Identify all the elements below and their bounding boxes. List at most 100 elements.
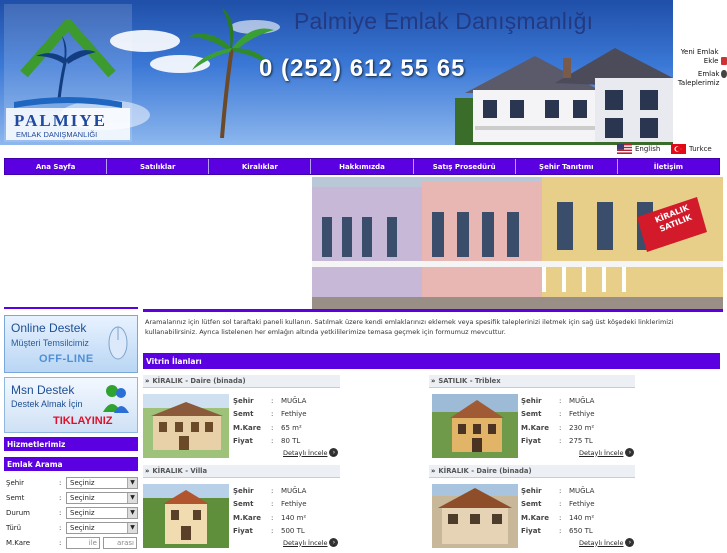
nav-for-sale[interactable]: Satılıklar [107, 159, 209, 174]
double-chevron-icon: » [145, 377, 149, 385]
info-label: Semt [521, 410, 559, 418]
online-support-title: Online Destek [11, 321, 86, 335]
listing-info: Şehir:MUĞLA Semt:Fethiye M.Kare:65 m² Fi… [233, 394, 307, 448]
lang-english[interactable]: English [617, 144, 660, 154]
select-value: Seçiniz [70, 524, 95, 532]
nav-city-guide[interactable]: Şehir Tanıtımı [516, 159, 618, 174]
info-label: Şehir [233, 397, 271, 405]
arrow-right-icon: › [329, 448, 338, 457]
msn-support-title: Msn Destek [11, 383, 74, 397]
msn-buddy-icon [101, 382, 131, 416]
showcase-header: Vitrin İlanları [143, 353, 720, 369]
info-value: MUĞLA [281, 397, 306, 405]
info-label: M.Kare [233, 514, 271, 522]
details-label: Detaylı İncele [283, 539, 327, 547]
details-link[interactable]: Detaylı İncele› [283, 448, 338, 457]
lang-turkish[interactable]: Turkce [671, 144, 712, 154]
info-label: Fiyat [233, 527, 271, 535]
listing-title[interactable]: SATILIK - Triblex [438, 377, 500, 385]
chevron-down-icon: ▼ [127, 523, 137, 533]
select-value: Seçiniz [70, 479, 95, 487]
chevron-down-icon: ▼ [127, 508, 137, 518]
search-row-area: M.Kare: ile arası [4, 535, 138, 550]
new-listing-link[interactable]: Yeni Emlak Ekle [674, 48, 727, 66]
nav-for-rent[interactable]: Kiralıklar [209, 159, 311, 174]
info-value: 65 m² [281, 424, 302, 432]
info-value: Fethiye [569, 500, 595, 508]
listing-title[interactable]: KİRALIK - Daire (binada) [438, 467, 531, 475]
info-label: Fiyat [521, 527, 559, 535]
msn-support-sub: Destek Almak İçin [11, 399, 83, 409]
chevron-down-icon: ▼ [127, 493, 137, 503]
info-label: Semt [521, 500, 559, 508]
online-support-sub: Müşteri Temsilcimiz [11, 338, 89, 348]
area-max-input[interactable]: arası [103, 537, 137, 549]
district-select[interactable]: Seçiniz ▼ [66, 492, 138, 504]
search-row-district: Semt: Seçiniz▼ [4, 490, 138, 505]
info-value: Fethiye [281, 500, 307, 508]
left-top-panel [4, 176, 138, 309]
search-row-type: Türü: Seçiniz▼ [4, 520, 138, 535]
info-label: Semt [233, 410, 271, 418]
field-label: M.Kare [4, 539, 59, 547]
listing-info: Şehir:MUĞLA Semt:Fethiye M.Kare:230 m² F… [521, 394, 595, 448]
listing-card: »SATILIK - Triblex Şehir:MUĞLA Semt:Feth… [429, 375, 709, 463]
double-chevron-icon: » [145, 467, 149, 475]
nav-about[interactable]: Hakkımızda [311, 159, 413, 174]
brand-title: Palmiye Emlak Danışmanlığı [294, 8, 593, 35]
field-label: Durum [4, 509, 59, 517]
link-label: Emlak Taleplerimiz [674, 70, 719, 88]
info-label: Şehir [521, 487, 559, 495]
us-flag-icon [617, 144, 632, 154]
listing-photo[interactable] [432, 484, 518, 548]
nav-home[interactable]: Ana Sayfa [5, 159, 107, 174]
arrow-right-icon: › [329, 538, 338, 547]
details-link[interactable]: Detaylı İncele› [283, 538, 338, 547]
listing-info: Şehir:MUĞLA Semt:Fethiye M.Kare:140 m² F… [521, 484, 595, 538]
search-form: Şehir: Seçiniz▼ Semt: Seçiniz▼ Durum: Se… [4, 471, 138, 550]
info-value: Fethiye [569, 410, 595, 418]
area-min-input[interactable]: ile [66, 537, 100, 549]
info-value: 80 TL [281, 437, 300, 445]
nav-sales-procedure[interactable]: Satış Prosedürü [414, 159, 516, 174]
left-sidebar: Online Destek Müşteri Temsilcimiz OFF-LI… [4, 176, 138, 550]
info-value: MUĞLA [569, 487, 594, 495]
listing-info: Şehir:MUĞLA Semt:Fethiye M.Kare:140 m² F… [233, 484, 307, 538]
listing-title[interactable]: KİRALIK - Villa [152, 467, 207, 475]
phone-number: 0 (252) 612 55 65 [259, 55, 465, 83]
listing-title[interactable]: KİRALIK - Daire (binada) [152, 377, 245, 385]
requests-link[interactable]: Emlak Taleplerimiz [674, 70, 727, 88]
msn-support-banner[interactable]: Msn Destek Destek Almak İçin TIKLAYINIZ [4, 377, 138, 433]
status-select[interactable]: Seçiniz▼ [66, 507, 138, 519]
details-link[interactable]: Detaylı İncele› [579, 538, 634, 547]
type-select[interactable]: Seçiniz ▼ [66, 522, 138, 534]
select-value: Seçiniz [70, 494, 95, 502]
lang-label: English [635, 145, 660, 153]
online-support-banner[interactable]: Online Destek Müşteri Temsilcimiz OFF-LI… [4, 315, 138, 373]
arrow-right-icon: › [625, 448, 634, 457]
content-divider [143, 309, 723, 312]
people-icon [721, 70, 727, 78]
info-label: Şehir [233, 487, 271, 495]
hero-photo: KİRALIK SATILIK [312, 177, 723, 311]
listing-photo[interactable] [143, 484, 229, 548]
details-label: Detaylı İncele [283, 449, 327, 457]
double-chevron-icon: » [431, 377, 435, 385]
header-banner: PALMIYE EMLAK DANIŞMANLIĞI Palmiye Emlak… [0, 0, 673, 145]
city-select[interactable]: Seçiniz▼ [66, 477, 138, 489]
logo-text: PALMIYE [14, 111, 107, 131]
field-label: Türü [4, 524, 59, 532]
services-header[interactable]: Hizmetlerimiz [4, 437, 138, 451]
listing-photo[interactable] [432, 394, 518, 458]
main-nav: Ana Sayfa Satılıklar Kiralıklar Hakkımız… [4, 158, 720, 175]
details-label: Detaylı İncele [579, 539, 623, 547]
nav-contact[interactable]: İletişim [618, 159, 719, 174]
details-link[interactable]: Detaylı İncele› [579, 448, 634, 457]
listing-photo[interactable] [143, 394, 229, 458]
info-value: 140 m² [569, 514, 594, 522]
info-label: M.Kare [521, 424, 559, 432]
house-image [455, 38, 673, 145]
input-suffix: arası [117, 539, 136, 547]
info-value: 500 TL [281, 527, 305, 535]
info-label: M.Kare [521, 514, 559, 522]
